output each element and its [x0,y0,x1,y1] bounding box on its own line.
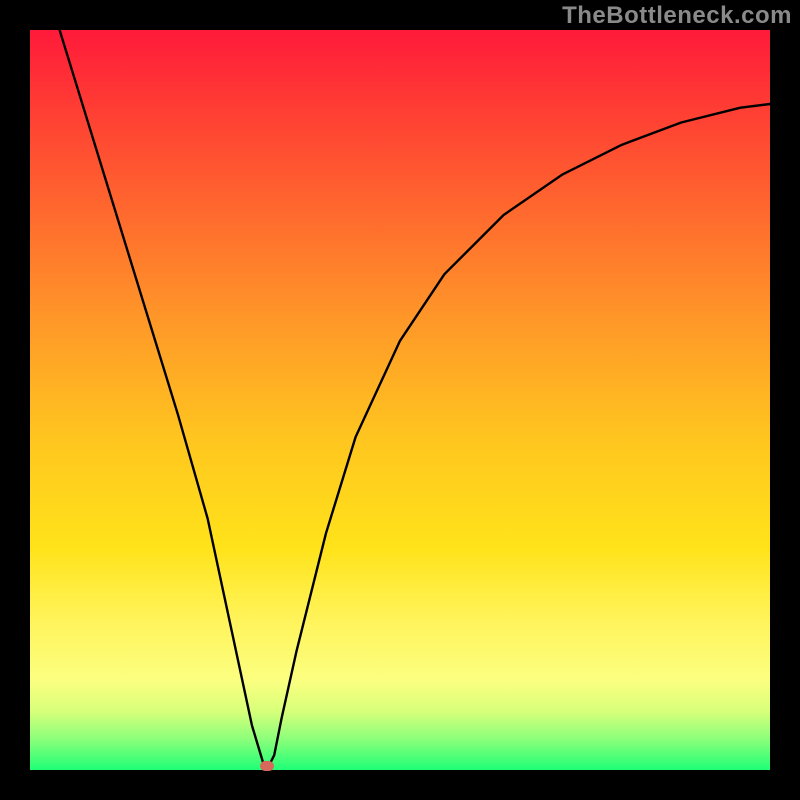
curve-svg [30,30,770,770]
bottleneck-curve [60,30,770,770]
watermark-text: TheBottleneck.com [562,2,792,30]
chart-frame: TheBottleneck.com [0,0,800,800]
minimum-marker [260,761,274,771]
plot-area [30,30,770,770]
